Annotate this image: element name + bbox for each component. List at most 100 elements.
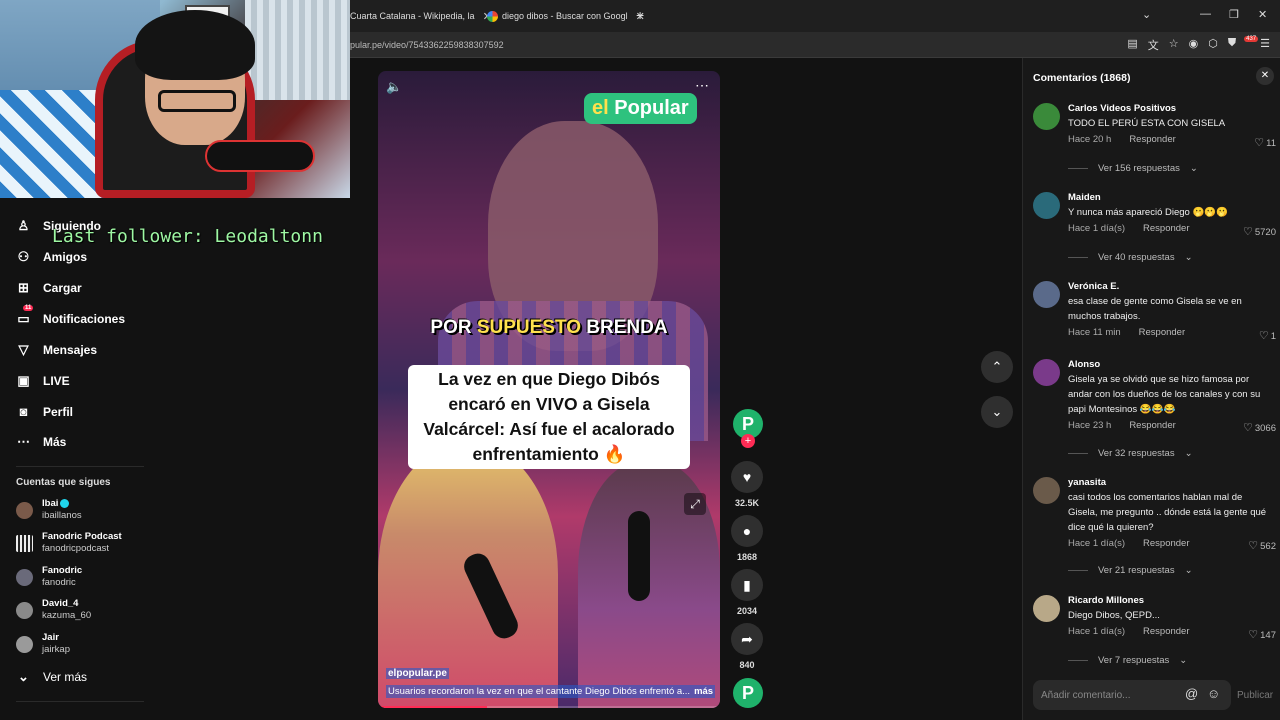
avatar[interactable]: [1033, 281, 1060, 308]
sidebar-item-messages[interactable]: ▽ Mensajes: [16, 342, 98, 358]
brand-logo-prefix: el: [592, 97, 609, 119]
avatar[interactable]: [1033, 103, 1060, 130]
view-replies-button[interactable]: Ver 7 respuestas ⌄: [1068, 655, 1187, 666]
like-button[interactable]: ♥ 32.5K: [731, 461, 763, 508]
sidebar-item-label: Más: [43, 435, 67, 449]
comment-like-button[interactable]: ♡ 147: [1248, 628, 1276, 641]
share-button[interactable]: ➦ 840: [731, 623, 763, 670]
notifications-badge: 11: [23, 305, 34, 311]
comment-user[interactable]: Ricardo Millones: [1068, 595, 1268, 606]
extensions-icon[interactable]: ⬡: [1208, 37, 1218, 53]
comment-input[interactable]: [1041, 680, 1181, 710]
comment-button[interactable]: ● 1868: [731, 515, 763, 562]
avatar[interactable]: [1033, 477, 1060, 504]
video-player[interactable]: 🔈 ⋯ el Popular POR SUPUESTO BRENDA La ve…: [378, 71, 720, 708]
reply-button[interactable]: Responder: [1129, 420, 1175, 431]
comment-user[interactable]: Maiden: [1068, 192, 1268, 203]
menu-icon[interactable]: ☰: [1260, 37, 1270, 53]
view-replies-label: Ver 21 respuestas: [1098, 565, 1175, 576]
avatar[interactable]: [1033, 359, 1060, 386]
following-account[interactable]: Fanodric fanodric: [16, 565, 82, 589]
more-link[interactable]: más: [694, 686, 713, 697]
sidebar-item-live[interactable]: ▣ LIVE: [16, 373, 69, 389]
close-icon[interactable]: ✕: [1256, 67, 1274, 85]
view-replies-button[interactable]: Ver 40 respuestas ⌄: [1068, 252, 1193, 263]
reply-button[interactable]: Responder: [1139, 327, 1185, 338]
browser-tab-wikipedia[interactable]: Cuarta Catalana - Wikipedia, la ✕: [350, 4, 492, 28]
reply-button[interactable]: Responder: [1129, 134, 1175, 145]
view-replies-button[interactable]: Ver 21 respuestas ⌄: [1068, 565, 1193, 576]
comment-like-button[interactable]: ♡ 3066: [1243, 421, 1276, 434]
save-button[interactable]: ▮ 2034: [731, 569, 763, 616]
divider: [1068, 168, 1088, 169]
comment-like-count: 1: [1270, 331, 1276, 342]
comment-like-button[interactable]: ♡ 1: [1259, 329, 1276, 342]
publish-button[interactable]: Publicar: [1237, 690, 1273, 701]
sound-disc-icon[interactable]: P: [733, 678, 763, 708]
follow-plus-icon[interactable]: +: [741, 434, 755, 448]
google-icon: [487, 10, 498, 22]
following-account[interactable]: Jair jairkap: [16, 632, 70, 656]
sidebar-item-profile[interactable]: ◙ Perfil: [16, 404, 73, 419]
browser-tab-google[interactable]: diego dibos - Buscar con Googl ✕: [487, 4, 645, 28]
comment-user[interactable]: Alonso: [1068, 359, 1268, 370]
reply-button[interactable]: Responder: [1143, 223, 1189, 234]
comment-user[interactable]: yanasita: [1068, 477, 1268, 488]
comment-like-button[interactable]: ♡ 11: [1254, 136, 1276, 149]
comment-time: Hace 20 h: [1068, 134, 1112, 145]
account-icon[interactable]: ◉: [1189, 37, 1199, 53]
video-progress-fill: [378, 706, 488, 708]
video-description: Usuarios recordaron la vez en que el can…: [386, 685, 716, 698]
sidebar-item-friends[interactable]: ⚇ Amigos: [16, 249, 87, 265]
bookmark-star-icon[interactable]: ☆: [1169, 37, 1179, 53]
avatar: [16, 534, 33, 552]
reader-view-icon[interactable]: ▤: [1127, 37, 1137, 53]
following-account[interactable]: David_4 kazuma_60: [16, 598, 91, 622]
translate-icon[interactable]: 文: [1148, 37, 1159, 53]
following-account[interactable]: Ibai ibaillanos: [16, 498, 82, 522]
fullscreen-icon[interactable]: ⤢: [684, 493, 706, 515]
previous-video-button[interactable]: ⌃: [981, 351, 1013, 383]
following-icon: ♙: [17, 218, 30, 233]
avatar[interactable]: [1033, 192, 1060, 219]
mention-icon[interactable]: @: [1185, 686, 1198, 701]
chevron-down-icon: ⌄: [991, 404, 1003, 419]
maximize-icon[interactable]: ❐: [1229, 8, 1239, 21]
view-replies-button[interactable]: Ver 156 respuestas ⌄: [1068, 163, 1198, 174]
video-author[interactable]: elpopular.pe: [386, 668, 449, 679]
verified-icon: [60, 498, 70, 508]
avatar[interactable]: [1033, 595, 1060, 622]
chevron-down-icon: ⌄: [1184, 448, 1193, 459]
new-tab-icon[interactable]: +: [636, 7, 644, 23]
reply-button[interactable]: Responder: [1143, 538, 1189, 549]
heart-icon: ♡: [1258, 330, 1269, 342]
view-replies-button[interactable]: Ver 32 respuestas ⌄: [1068, 448, 1193, 459]
comment-like-count: 5720: [1254, 227, 1276, 238]
comment-user[interactable]: Verónica E.: [1068, 281, 1268, 292]
comment-like-button[interactable]: ♡ 562: [1248, 539, 1276, 552]
profile-icon: ◙: [19, 404, 28, 419]
avatar: [16, 635, 33, 653]
sidebar-item-more[interactable]: ⋯ Más: [16, 434, 66, 450]
following-account[interactable]: Fanodric Podcast fanodricpodcast: [16, 531, 122, 555]
emoji-icon[interactable]: ☺: [1207, 686, 1220, 701]
sidebar-item-upload[interactable]: ⊞ Cargar: [16, 280, 82, 296]
see-more-accounts[interactable]: ⌄ Ver más: [16, 669, 87, 685]
tab-list-icon[interactable]: ⌄: [1142, 8, 1151, 21]
banner-post: BRENDA: [581, 317, 668, 338]
comment-like-button[interactable]: ♡ 5720: [1243, 225, 1276, 238]
volume-icon[interactable]: 🔈: [386, 79, 402, 95]
comment-user[interactable]: Carlos Videos Positivos: [1068, 103, 1268, 114]
close-window-icon[interactable]: ✕: [1258, 8, 1267, 21]
reply-button[interactable]: Responder: [1143, 626, 1189, 637]
minimize-icon[interactable]: —: [1200, 8, 1211, 20]
next-video-button[interactable]: ⌄: [981, 396, 1013, 428]
more-options-icon[interactable]: ⋯: [695, 77, 710, 94]
sidebar-item-notifications[interactable]: ▭ 11 Notificaciones: [16, 305, 125, 327]
video-progress-bar[interactable]: [378, 706, 720, 708]
ublock-icon[interactable]: ⛊ 437: [1228, 36, 1259, 53]
heart-icon: ♡: [1242, 422, 1253, 434]
heart-icon: ♥: [731, 461, 763, 493]
url-text[interactable]: pular.pe/video/7543362259838307592: [350, 40, 504, 50]
heart-icon: ♡: [1248, 629, 1259, 641]
